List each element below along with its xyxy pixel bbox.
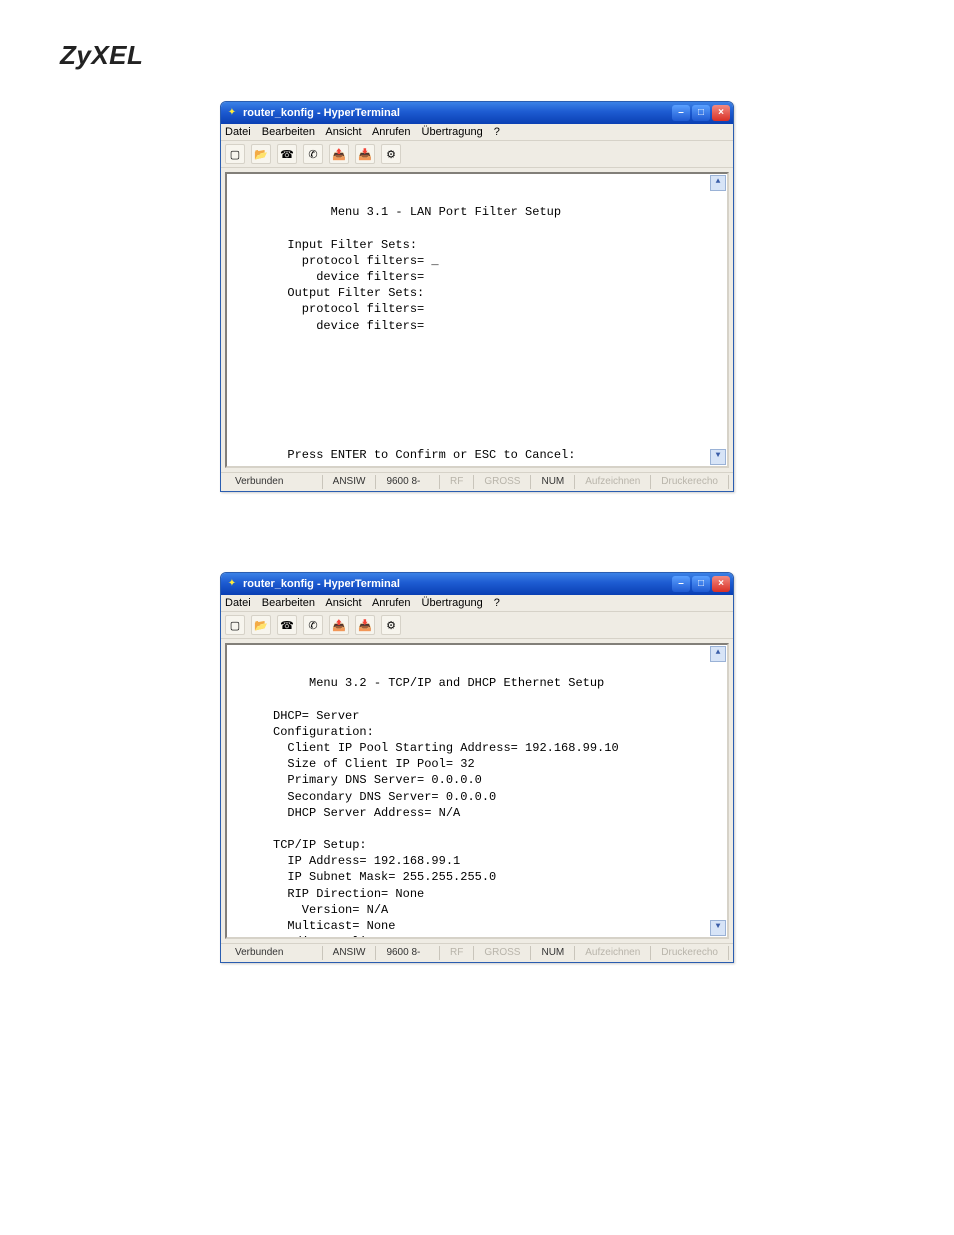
status-num: NUM [531, 946, 575, 960]
menu-edit[interactable]: Bearbeiten [262, 126, 315, 138]
scroll-down-icon[interactable]: ▼ [710, 920, 726, 936]
receive-icon[interactable]: 📥 [355, 615, 375, 635]
close-button[interactable]: × [712, 105, 730, 121]
new-icon[interactable]: ▢ [225, 615, 245, 635]
titlebar: ✦ router_konfig - HyperTerminal – □ × [221, 573, 733, 595]
close-button[interactable]: × [712, 576, 730, 592]
open-icon[interactable]: 📂 [251, 615, 271, 635]
terminal-output[interactable]: Menu 3.2 - TCP/IP and DHCP Ethernet Setu… [225, 643, 729, 939]
status-settings: 9600 8-N-1 [376, 946, 440, 960]
status-num: NUM [531, 475, 575, 489]
menu-help[interactable]: ? [494, 126, 500, 138]
menu-help[interactable]: ? [494, 597, 500, 609]
menubar: Datei Bearbeiten Ansicht Anrufen Übertra… [221, 124, 733, 141]
toolbar: ▢ 📂 ☎ ✆ 📤 📥 ⚙ [221, 141, 733, 168]
status-caps: GROSS [474, 475, 531, 489]
scroll-down-icon[interactable]: ▼ [710, 449, 726, 465]
menu-call[interactable]: Anrufen [372, 597, 411, 609]
new-icon[interactable]: ▢ [225, 144, 245, 164]
connect-icon[interactable]: ☎ [277, 615, 297, 635]
titlebar: ✦ router_konfig - HyperTerminal – □ × [221, 102, 733, 124]
status-echo: Druckerecho [651, 946, 729, 960]
hyperterminal-window-1: ✦ router_konfig - HyperTerminal – □ × Da… [220, 101, 734, 492]
menu-transfer[interactable]: Übertragung [422, 597, 483, 609]
menu-call[interactable]: Anrufen [372, 126, 411, 138]
properties-icon[interactable]: ⚙ [381, 144, 401, 164]
properties-icon[interactable]: ⚙ [381, 615, 401, 635]
scroll-up-icon[interactable]: ▲ [710, 175, 726, 191]
toolbar: ▢ 📂 ☎ ✆ 📤 📥 ⚙ [221, 612, 733, 639]
status-rf: RF [440, 475, 474, 489]
disconnect-icon[interactable]: ✆ [303, 615, 323, 635]
minimize-button[interactable]: – [672, 576, 690, 592]
app-icon: ✦ [225, 577, 239, 591]
status-rec: Aufzeichnen [575, 475, 651, 489]
menu-view[interactable]: Ansicht [325, 597, 361, 609]
status-detect: ANSIW [323, 946, 377, 960]
status-detect: ANSIW [323, 475, 377, 489]
statusbar: Verbunden 02:12:26 ANSIW 9600 8-N-1 RF G… [221, 943, 733, 962]
menu-transfer[interactable]: Übertragung [422, 126, 483, 138]
menubar: Datei Bearbeiten Ansicht Anrufen Übertra… [221, 595, 733, 612]
brand-logo: ZyXEL [60, 40, 894, 71]
hyperterminal-window-2: ✦ router_konfig - HyperTerminal – □ × Da… [220, 572, 734, 963]
menu-file[interactable]: Datei [225, 126, 251, 138]
open-icon[interactable]: 📂 [251, 144, 271, 164]
status-connection: Verbunden 02:12:26 [225, 946, 323, 960]
statusbar: Verbunden 02:09:24 ANSIW 9600 8-N-1 RF G… [221, 472, 733, 491]
scroll-up-icon[interactable]: ▲ [710, 646, 726, 662]
receive-icon[interactable]: 📥 [355, 144, 375, 164]
disconnect-icon[interactable]: ✆ [303, 144, 323, 164]
app-icon: ✦ [225, 106, 239, 120]
maximize-button[interactable]: □ [692, 576, 710, 592]
status-caps: GROSS [474, 946, 531, 960]
menu-edit[interactable]: Bearbeiten [262, 597, 315, 609]
connect-icon[interactable]: ☎ [277, 144, 297, 164]
menu-view[interactable]: Ansicht [325, 126, 361, 138]
window-title: router_konfig - HyperTerminal [243, 573, 672, 595]
menu-file[interactable]: Datei [225, 597, 251, 609]
status-rec: Aufzeichnen [575, 946, 651, 960]
window-title: router_konfig - HyperTerminal [243, 102, 672, 124]
status-rf: RF [440, 946, 474, 960]
send-icon[interactable]: 📤 [329, 615, 349, 635]
status-echo: Druckerecho [651, 475, 729, 489]
status-connection: Verbunden 02:09:24 [225, 475, 323, 489]
terminal-output[interactable]: Menu 3.1 - LAN Port Filter Setup Input F… [225, 172, 729, 468]
status-settings: 9600 8-N-1 [376, 475, 440, 489]
maximize-button[interactable]: □ [692, 105, 710, 121]
minimize-button[interactable]: – [672, 105, 690, 121]
send-icon[interactable]: 📤 [329, 144, 349, 164]
